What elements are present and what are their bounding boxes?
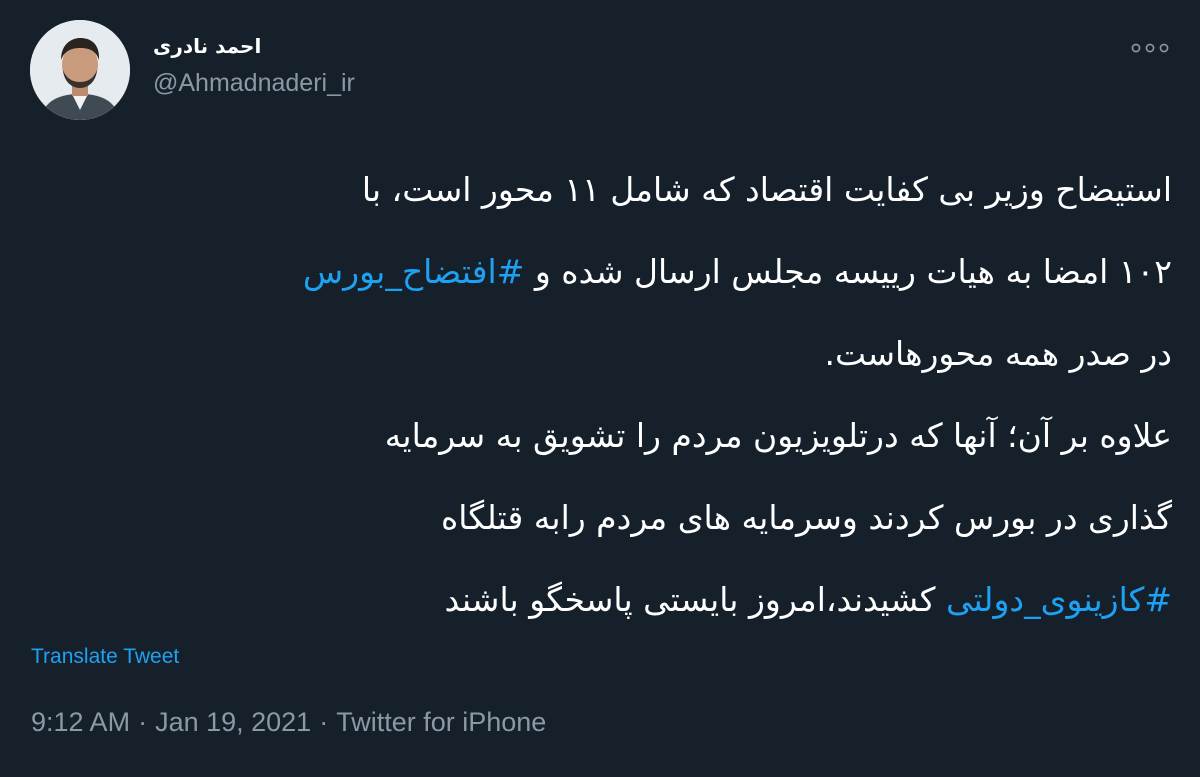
- tweet-line: علاوه بر آن؛ آنها که درتلویزیون مردم را …: [384, 416, 1172, 455]
- tweet-line-text: ۱۰۲ امضا به هیات رییسه مجلس ارسال شده و: [524, 252, 1172, 291]
- tweet-text: استیضاح وزیر بی کفایت اقتصاد که شامل ۱۱ …: [22, 160, 1172, 652]
- author-name[interactable]: احمد نادری: [153, 34, 261, 58]
- hashtag-link[interactable]: #افتضاح_بورس: [303, 252, 524, 291]
- hashtag-link[interactable]: #کازینوی_دولتی: [946, 580, 1172, 619]
- author-handle[interactable]: @Ahmadnaderi_ir: [153, 69, 355, 98]
- tweet-line: در صدر همه محورهاست.: [824, 334, 1172, 373]
- tweet-time[interactable]: 9:12 AM: [31, 707, 130, 737]
- more-options-button[interactable]: [1128, 36, 1172, 60]
- meta-separator: ·: [319, 707, 329, 737]
- profile-photo: [30, 20, 130, 120]
- tweet-line: استیضاح وزیر بی کفایت اقتصاد که شامل ۱۱ …: [361, 170, 1172, 209]
- tweet-line: #کازینوی_دولتی کشیدند،امروز بایستی پاسخگ…: [22, 570, 1172, 652]
- tweet-date[interactable]: Jan 19, 2021: [155, 707, 311, 737]
- tweet-line: ۱۰۲ امضا به هیات رییسه مجلس ارسال شده و …: [22, 242, 1172, 324]
- tweet-line: گذاری در بورس کردند وسرمایه های مردم راب…: [441, 498, 1172, 537]
- meta-separator: ·: [138, 707, 148, 737]
- tweet-meta: 9:12 AM · Jan 19, 2021 · Twitter for iPhone: [31, 707, 546, 738]
- tweet-card: احمد نادری @Ahmadnaderi_ir استیضاح وزیر …: [0, 0, 1200, 777]
- more-horizontal-icon: [1131, 43, 1169, 53]
- avatar[interactable]: [30, 20, 130, 120]
- translate-tweet-link[interactable]: Translate Tweet: [31, 645, 179, 669]
- tweet-line-text: کشیدند،امروز بایستی پاسخگو باشند: [444, 580, 946, 619]
- tweet-source[interactable]: Twitter for iPhone: [336, 707, 546, 737]
